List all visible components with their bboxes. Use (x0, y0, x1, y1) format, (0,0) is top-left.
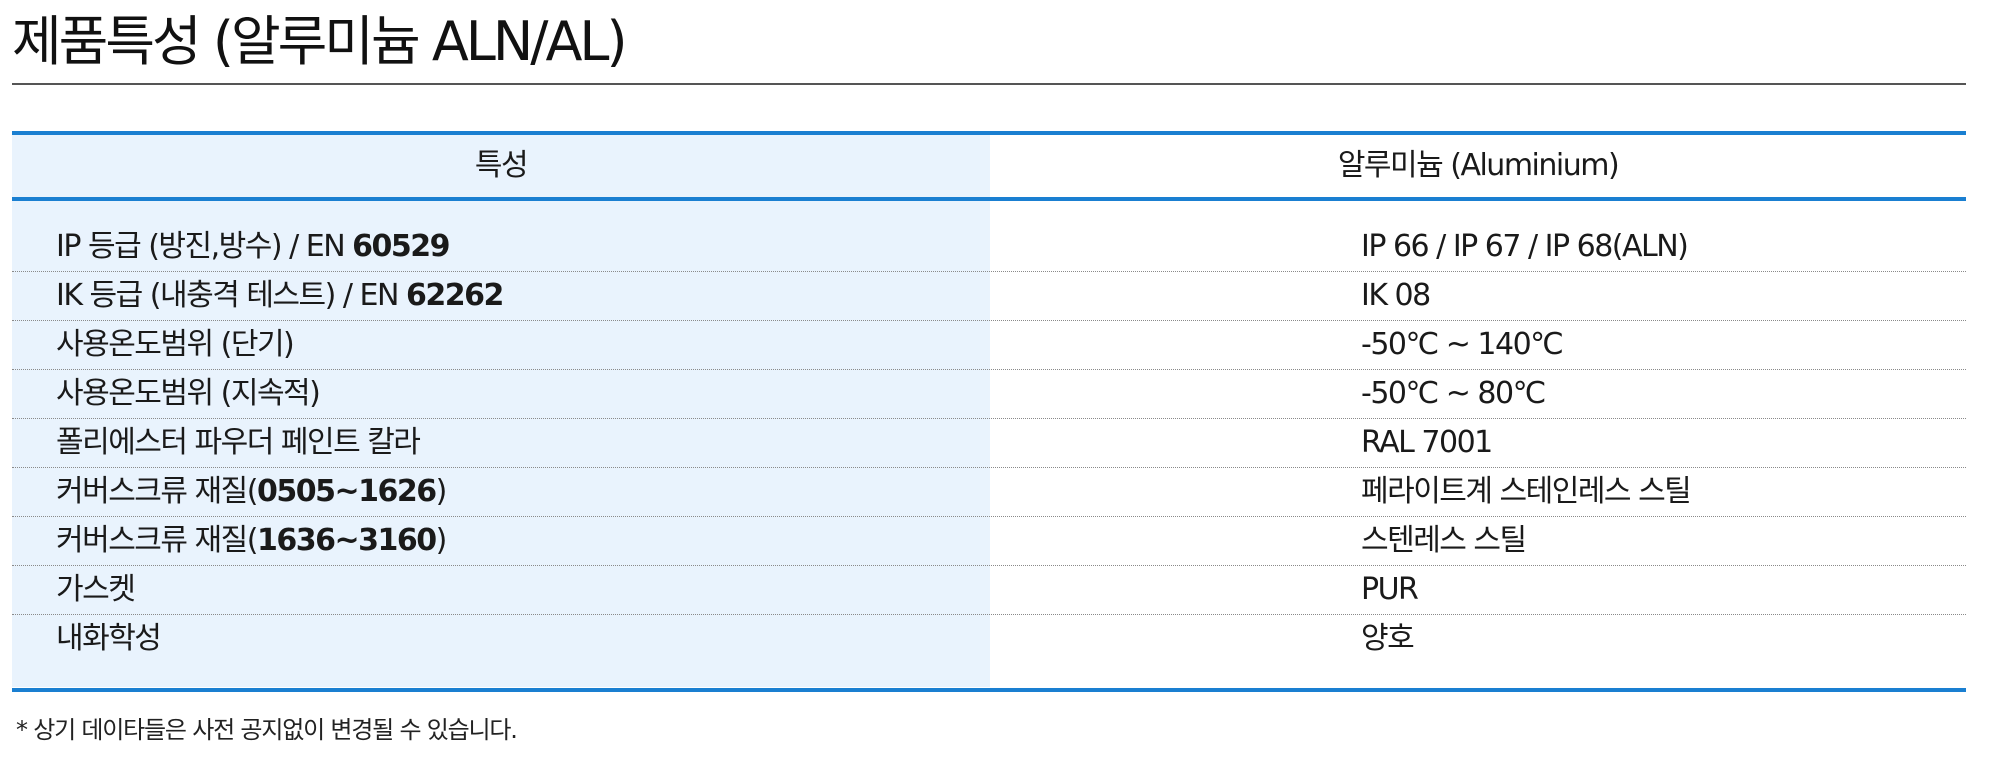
page-title: 제품특성 (알루미늄 ALN/AL) (12, 10, 628, 73)
property-value: IP 66 / IP 67 / IP 68(ALN) (1361, 229, 1689, 264)
property-label: IP 등급 (방진,방수) / EN 60529 (56, 229, 451, 264)
table-row: 커버스크류 재질(0505~1626) 페라이트계 스테인레스 스틸 (12, 468, 1966, 517)
table-row: 폴리에스터 파우더 페인트 칼라 RAL 7001 (12, 419, 1966, 468)
table-row: 내화학성 양호 (12, 615, 1966, 664)
property-label: 폴리에스터 파우더 페인트 칼라 (56, 425, 421, 460)
property-value: 양호 (1361, 621, 1415, 656)
property-value: IK 08 (1361, 278, 1431, 313)
table-row: 가스켓 PUR (12, 566, 1966, 615)
table-row: 커버스크류 재질(1636~3160) 스텐레스 스틸 (12, 517, 1966, 566)
property-value: 스텐레스 스틸 (1361, 523, 1527, 558)
table-row: 사용온도범위 (지속적) -50℃ ~ 80℃ (12, 370, 1966, 419)
property-value: PUR (1361, 572, 1419, 607)
table-row: IK 등급 (내충격 테스트) / EN 62262 IK 08 (12, 272, 1966, 321)
title-divider (12, 83, 1966, 85)
table-header-rule (12, 197, 1966, 201)
property-value: -50℃ ~ 80℃ (1361, 376, 1546, 411)
property-label: 커버스크류 재질(0505~1626) (56, 474, 447, 509)
property-label: 커버스크류 재질(1636~3160) (56, 523, 447, 558)
property-label: 사용온도범위 (지속적) (56, 376, 321, 411)
property-value: -50℃ ~ 140℃ (1361, 327, 1564, 362)
property-label: IK 등급 (내충격 테스트) / EN 62262 (56, 278, 504, 313)
table-body: IP 등급 (방진,방수) / EN 60529 IP 66 / IP 67 /… (12, 223, 1966, 664)
property-label: 사용온도범위 (단기) (56, 327, 295, 362)
header-aluminium: 알루미늄 (Aluminium) (1337, 148, 1620, 183)
table-row: IP 등급 (방진,방수) / EN 60529 IP 66 / IP 67 /… (12, 223, 1966, 272)
property-label: 내화학성 (56, 621, 162, 656)
property-value: 페라이트계 스테인레스 스틸 (1361, 474, 1692, 509)
table-bottom-rule (12, 688, 1966, 692)
header-property: 특성 (474, 148, 529, 183)
footnote: * 상기 데이타들은 사전 공지없이 변경될 수 있습니다. (16, 716, 518, 744)
table-row: 사용온도범위 (단기) -50℃ ~ 140℃ (12, 321, 1966, 370)
property-label: 가스켓 (56, 572, 136, 607)
property-value: RAL 7001 (1361, 425, 1493, 460)
